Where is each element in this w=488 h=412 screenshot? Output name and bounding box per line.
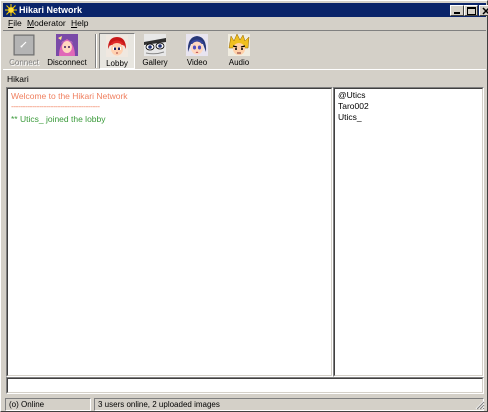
user-list-inner: @Utics Taro002 Utics_: [334, 88, 483, 376]
audio-button[interactable]: Audio: [221, 33, 257, 69]
user-list[interactable]: @Utics Taro002 Utics_: [333, 87, 484, 377]
video-button[interactable]: Video: [179, 33, 215, 69]
lobby-label: Lobby: [106, 59, 128, 68]
status-bar: (o) Online 3 users online, 2 uploaded im…: [3, 397, 486, 411]
plug-icon: [13, 34, 35, 56]
toolbar: Connect Disconnect Lobby Gallery Video A…: [3, 30, 486, 70]
connect-button[interactable]: Connect: [5, 33, 43, 69]
connect-label: Connect: [9, 58, 39, 67]
chat-separator: --------------------------------------: [11, 101, 100, 111]
menu-bar: File Moderator Help: [3, 17, 486, 30]
video-label: Video: [186, 58, 208, 67]
menu-help[interactable]: Help: [71, 18, 88, 28]
anime-face-red-icon: [106, 35, 128, 57]
close-icon: [482, 7, 488, 15]
room-name: Hikari: [7, 74, 29, 84]
chat-log[interactable]: Welcome to the Hikari Network ----------…: [6, 87, 333, 377]
gallery-button[interactable]: Gallery: [137, 33, 173, 69]
chat-join-message: ** Utics_ joined the lobby: [11, 114, 106, 124]
anime-face-yellow-icon: [228, 34, 250, 56]
user-list-item[interactable]: Utics_: [338, 112, 362, 122]
menu-file[interactable]: File: [8, 18, 22, 28]
chat-log-inner: Welcome to the Hikari Network ----------…: [7, 88, 332, 376]
app-window: Hikari Network File Moderator Help Conne…: [0, 0, 488, 412]
menu-moderator[interactable]: Moderator: [27, 18, 66, 28]
minimize-icon: [454, 12, 460, 14]
maximize-button[interactable]: [464, 5, 478, 16]
toolbar-separator: [95, 34, 97, 68]
lobby-button[interactable]: Lobby: [99, 33, 135, 69]
gallery-label: Gallery: [142, 58, 168, 67]
disconnect-label: Disconnect: [47, 58, 87, 67]
anime-avatar-icon: [56, 34, 78, 56]
audio-label: Audio: [228, 58, 250, 67]
sun-icon: [5, 4, 17, 16]
user-list-item[interactable]: @Utics: [338, 90, 366, 100]
message-input[interactable]: [6, 377, 484, 394]
connection-status: (o) Online: [5, 398, 91, 411]
minimize-button[interactable]: [450, 5, 464, 16]
resize-grip-icon[interactable]: [474, 399, 485, 410]
anime-face-eyes-icon: [144, 34, 166, 56]
disconnect-button[interactable]: Disconnect: [45, 33, 89, 69]
user-list-item[interactable]: Taro002: [338, 101, 369, 111]
maximize-icon: [467, 7, 476, 15]
message-input-inner: [7, 378, 483, 393]
status-summary: 3 users online, 2 uploaded images: [94, 398, 484, 411]
close-button[interactable]: [479, 5, 488, 16]
window-title: Hikari Network: [19, 5, 83, 15]
chat-welcome-message: Welcome to the Hikari Network: [11, 91, 128, 101]
anime-face-blue-icon: [186, 34, 208, 56]
title-bar[interactable]: Hikari Network: [3, 3, 488, 17]
